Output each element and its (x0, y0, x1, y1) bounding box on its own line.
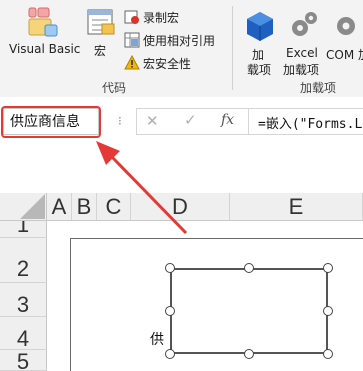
resize-handle-top-left[interactable] (165, 263, 175, 273)
page-border-vertical (70, 238, 71, 371)
warning-icon (124, 55, 140, 70)
record-macro-icon (124, 10, 139, 24)
visual-basic-label: Visual Basic (9, 42, 81, 56)
com-addins-icon (337, 17, 355, 35)
formula-input[interactable]: =嵌入("Forms.Lis (258, 113, 363, 132)
macro-security-button[interactable]: 宏安全性 (124, 54, 224, 72)
column-header-c[interactable]: C (97, 193, 131, 221)
column-header-b[interactable]: B (72, 193, 97, 221)
excel-addins-label-line2: 加载项 (283, 63, 320, 77)
addins-button[interactable]: 加 载项 (240, 4, 282, 77)
cell-text: 供 (150, 332, 164, 348)
select-all-icon (20, 194, 45, 219)
insert-function-icon[interactable]: fx (221, 112, 234, 128)
relative-references-label: 使用相对引用 (143, 34, 216, 48)
com-addins-label: COM 加 (326, 48, 363, 62)
visual-basic-button[interactable]: Visual Basic (4, 4, 80, 64)
resize-handle-bottom-left[interactable] (165, 349, 175, 359)
ribbon: Visual Basic 宏 录制宏 使用相对引用 宏安全性 代码 加 载项 E… (0, 0, 363, 98)
relative-references-button[interactable]: 使用相对引用 (124, 31, 224, 49)
macros-label: 宏 (94, 44, 107, 58)
resize-handle-top[interactable] (244, 263, 254, 273)
macros-button[interactable]: 宏 (84, 4, 118, 64)
row-header-1[interactable]: 1 (0, 221, 47, 238)
column-header-e[interactable]: E (230, 193, 363, 221)
excel-addins-label-line1: Excel (286, 46, 318, 60)
column-header-a[interactable]: A (47, 193, 72, 221)
addins-group-label: 加载项 (300, 81, 337, 95)
resize-handle-left[interactable] (165, 306, 175, 316)
row-header-2[interactable]: 2 (0, 238, 47, 283)
code-group-label: 代码 (102, 81, 127, 95)
more-options-icon[interactable]: ⁝ (118, 114, 122, 128)
select-all-button[interactable] (0, 193, 47, 221)
macros-icon (87, 9, 115, 35)
embedded-listbox-control[interactable] (170, 268, 328, 354)
page-border-horizontal (70, 238, 363, 239)
com-addins-button[interactable]: COM 加 (326, 4, 363, 76)
record-macro-label: 录制宏 (143, 11, 180, 25)
row-header-5[interactable]: 5 (0, 350, 47, 371)
formula-divider (248, 108, 249, 135)
relative-references-icon (124, 32, 140, 48)
enter-icon[interactable]: ✓ (184, 111, 197, 129)
group-separator (232, 6, 233, 90)
resize-handle-bottom[interactable] (244, 349, 254, 359)
addins-icon (247, 12, 273, 41)
visual-basic-icon (28, 7, 58, 37)
resize-handle-right[interactable] (323, 306, 333, 316)
gear-icon (292, 12, 317, 36)
column-header-d[interactable]: D (131, 193, 230, 221)
row-header-3[interactable]: 3 (0, 283, 47, 317)
row-header-4[interactable]: 4 (0, 317, 47, 351)
name-box-highlight (1, 106, 101, 138)
addins-label-line2: 载项 (247, 63, 272, 77)
macro-security-label: 宏安全性 (143, 57, 192, 71)
resize-handle-top-right[interactable] (323, 263, 333, 273)
record-macro-button[interactable]: 录制宏 (124, 8, 224, 26)
excel-addins-button[interactable]: Excel 加载项 (282, 4, 326, 77)
resize-handle-bottom-right[interactable] (323, 349, 333, 359)
cancel-icon[interactable]: ✕ (146, 112, 159, 130)
